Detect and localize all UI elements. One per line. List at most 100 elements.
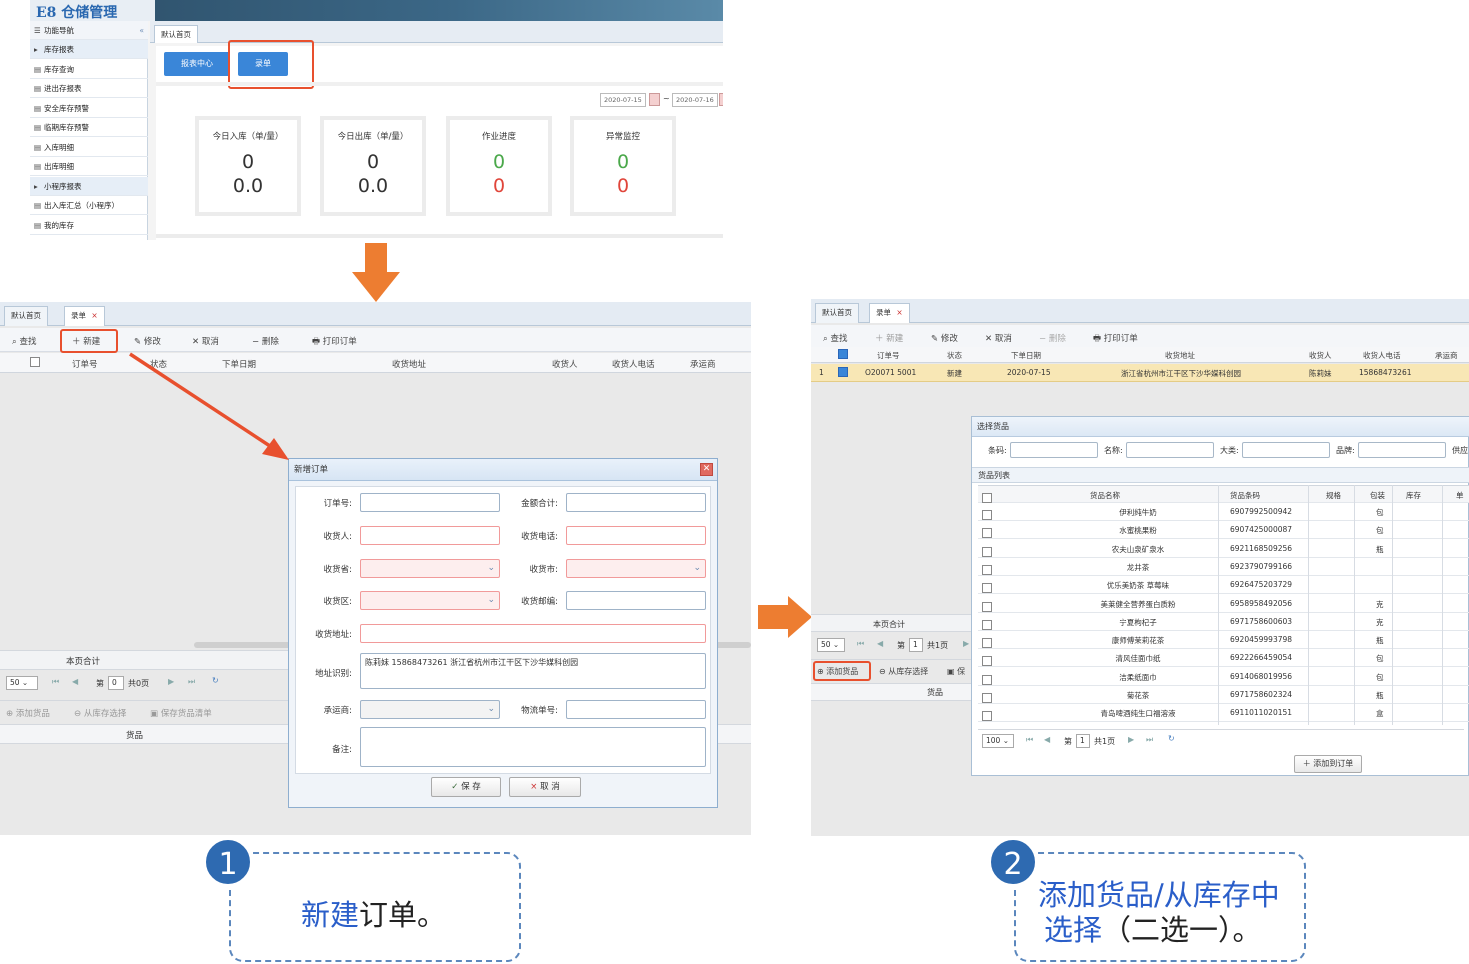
next-page-icon[interactable]: ▶ — [963, 639, 969, 648]
tab-home[interactable]: 默认首页 — [154, 25, 198, 43]
delete-button[interactable]: − 删除 — [1039, 332, 1066, 344]
row-checkbox[interactable] — [982, 656, 992, 667]
sidebar-item[interactable]: ▤ 我的库存 — [30, 216, 148, 235]
report-center-button[interactable]: 报表中心 — [164, 52, 230, 76]
row-checkbox[interactable] — [982, 510, 992, 520]
page-input[interactable]: 1 — [909, 638, 923, 652]
sidebar-item[interactable]: ▤ 进出存报表 — [30, 79, 148, 98]
row-checkbox[interactable] — [838, 367, 848, 377]
sidebar-item[interactable]: ▤ 出入库汇总（小程序） — [30, 196, 148, 215]
close-icon[interactable]: ✕ — [700, 463, 713, 476]
table-row[interactable]: 青岛啤酒纯生口福溶液 6911011020151 盒 — [978, 704, 1469, 723]
tab-entry[interactable]: 录单 × — [869, 303, 910, 323]
col-goods[interactable]: 货品 — [126, 729, 143, 741]
receiver-phone-input[interactable] — [566, 526, 706, 545]
first-page-icon[interactable]: ⏮ — [52, 677, 59, 687]
col-receiver-phone[interactable]: 收货人电话 — [612, 358, 655, 370]
refresh-icon[interactable]: ↻ — [1168, 734, 1175, 743]
cancel-button[interactable]: ✕ 取消 — [192, 335, 219, 347]
next-page-icon[interactable]: ▶ — [1128, 735, 1134, 744]
category-input[interactable] — [1242, 442, 1330, 458]
row-checkbox[interactable] — [982, 711, 992, 722]
prev-page-icon[interactable]: ◀ — [877, 639, 883, 648]
sidebar-item[interactable]: ▤ 出库明细 — [30, 157, 148, 176]
row-checkbox[interactable] — [982, 638, 992, 649]
receiver-input[interactable] — [360, 526, 500, 545]
brand-input[interactable] — [1358, 442, 1446, 458]
calendar-icon[interactable] — [649, 93, 660, 106]
order-no-input[interactable] — [360, 493, 500, 512]
save-button[interactable]: ✓ 保 存 — [431, 777, 501, 797]
collapse-icon[interactable]: « — [139, 21, 144, 40]
table-row[interactable]: 优乐美奶茶 草莓味 6926475203729 — [978, 576, 1469, 595]
col-order-no[interactable]: 订单号 — [72, 358, 98, 370]
table-row[interactable]: 伊利纯牛奶 6907992500942 包 — [978, 503, 1469, 521]
tab-home[interactable]: 默认首页 — [4, 306, 48, 326]
city-select[interactable]: ⌄ — [566, 559, 706, 578]
row-checkbox[interactable] — [982, 601, 992, 612]
row-checkbox[interactable] — [982, 674, 992, 685]
table-row[interactable]: 洁柔纸面巾 6914068019956 包 — [978, 668, 1469, 686]
save-goods-list-button[interactable]: ▣ 保存货品清单 — [150, 707, 212, 719]
first-page-icon[interactable]: ⏮ — [1026, 735, 1033, 745]
remark-textarea[interactable] — [360, 727, 706, 767]
from-stock-button[interactable]: ⊖ 从库存选择 — [879, 666, 928, 677]
search-button[interactable]: ⌕ 查找 — [12, 335, 36, 347]
date-to-input[interactable]: 2020-07-16 — [672, 93, 718, 107]
table-row[interactable]: 农夫山泉矿泉水 6921168509256 瓶 — [978, 540, 1469, 558]
select-all-checkbox[interactable] — [30, 357, 40, 367]
row-checkbox[interactable] — [982, 583, 992, 594]
page-size-select[interactable]: 100 ⌄ — [982, 734, 1014, 748]
close-icon[interactable]: × — [896, 308, 902, 317]
cancel-button[interactable]: × 取 消 — [509, 777, 581, 797]
select-all-checkbox[interactable] — [982, 493, 992, 503]
close-icon[interactable]: × — [91, 311, 97, 320]
page-size-select[interactable]: 50 ⌄ — [817, 638, 845, 652]
col-address[interactable]: 收货地址 — [392, 358, 426, 370]
col-carrier[interactable]: 承运商 — [690, 358, 716, 370]
date-from-input[interactable]: 2020-07-15 — [600, 93, 646, 107]
sidebar-item[interactable]: ▤ 临期库存预警 — [30, 118, 148, 137]
prev-page-icon[interactable]: ◀ — [72, 677, 78, 686]
sidebar-item[interactable]: ▸ 小程序报表 — [30, 176, 148, 196]
row-checkbox[interactable] — [982, 546, 992, 557]
row-checkbox[interactable] — [982, 528, 992, 539]
delete-button[interactable]: − 删除 — [252, 335, 279, 347]
tab-home[interactable]: 默认首页 — [815, 303, 859, 323]
tracking-no-input[interactable] — [566, 700, 706, 719]
amount-total-input[interactable] — [566, 493, 706, 512]
sidebar-item[interactable]: ▤ 库存查询 — [30, 60, 148, 79]
table-row[interactable]: 清风佳面巾纸 6922266459054 包 — [978, 649, 1469, 668]
page-input[interactable]: 0 — [108, 676, 124, 690]
table-row[interactable]: 菊花茶 6971758602324 瓶 — [978, 686, 1469, 704]
table-row[interactable]: 水蜜桃果粉 6907425000087 包 — [978, 521, 1469, 540]
new-button[interactable]: ＋ 新建 — [875, 332, 903, 344]
edit-button[interactable]: ✎ 修改 — [134, 335, 161, 347]
edit-button[interactable]: ✎ 修改 — [931, 332, 958, 344]
calendar-icon[interactable] — [719, 93, 723, 106]
save-goods-list-button[interactable]: ▣ 保 — [947, 666, 965, 677]
carrier-select[interactable]: ⌄ — [360, 700, 500, 719]
cancel-button[interactable]: ✕ 取消 — [985, 332, 1012, 344]
table-row[interactable]: 康师傅茉莉花茶 6920459993798 瓶 — [978, 631, 1469, 650]
first-page-icon[interactable]: ⏮ — [857, 639, 864, 649]
tab-entry[interactable]: 录单 × — [64, 306, 105, 326]
print-button[interactable]: 🖶 打印订单 — [312, 335, 357, 350]
table-row[interactable]: 宁夏枸杞子 6971758600603 克 — [978, 613, 1469, 631]
sidebar-item[interactable]: ▤ 入库明细 — [30, 138, 148, 157]
select-all-checkbox[interactable] — [838, 349, 848, 359]
district-select[interactable]: ⌄ — [360, 591, 500, 610]
col-receiver[interactable]: 收货人 — [552, 358, 578, 370]
barcode-input[interactable] — [1010, 442, 1098, 458]
address-input[interactable] — [360, 624, 706, 643]
row-checkbox[interactable] — [982, 619, 992, 630]
sidebar-item[interactable]: ▤ 安全库存预警 — [30, 99, 148, 118]
address-parse-textarea[interactable]: 陈莉妹 15868473261 浙江省杭州市江干区下沙华媒科创园 — [360, 653, 706, 689]
next-page-icon[interactable]: ▶ — [168, 677, 174, 686]
add-to-order-button[interactable]: ＋ 添加到订单 — [1294, 755, 1362, 773]
last-page-icon[interactable]: ⏭ — [1146, 735, 1153, 745]
table-row[interactable]: 龙井茶 6923790799166 — [978, 558, 1469, 576]
row-checkbox[interactable] — [982, 693, 992, 703]
sidebar-item[interactable]: ▤我的仓库 — [30, 235, 148, 240]
page-size-select[interactable]: 50 ⌄ — [6, 676, 38, 690]
